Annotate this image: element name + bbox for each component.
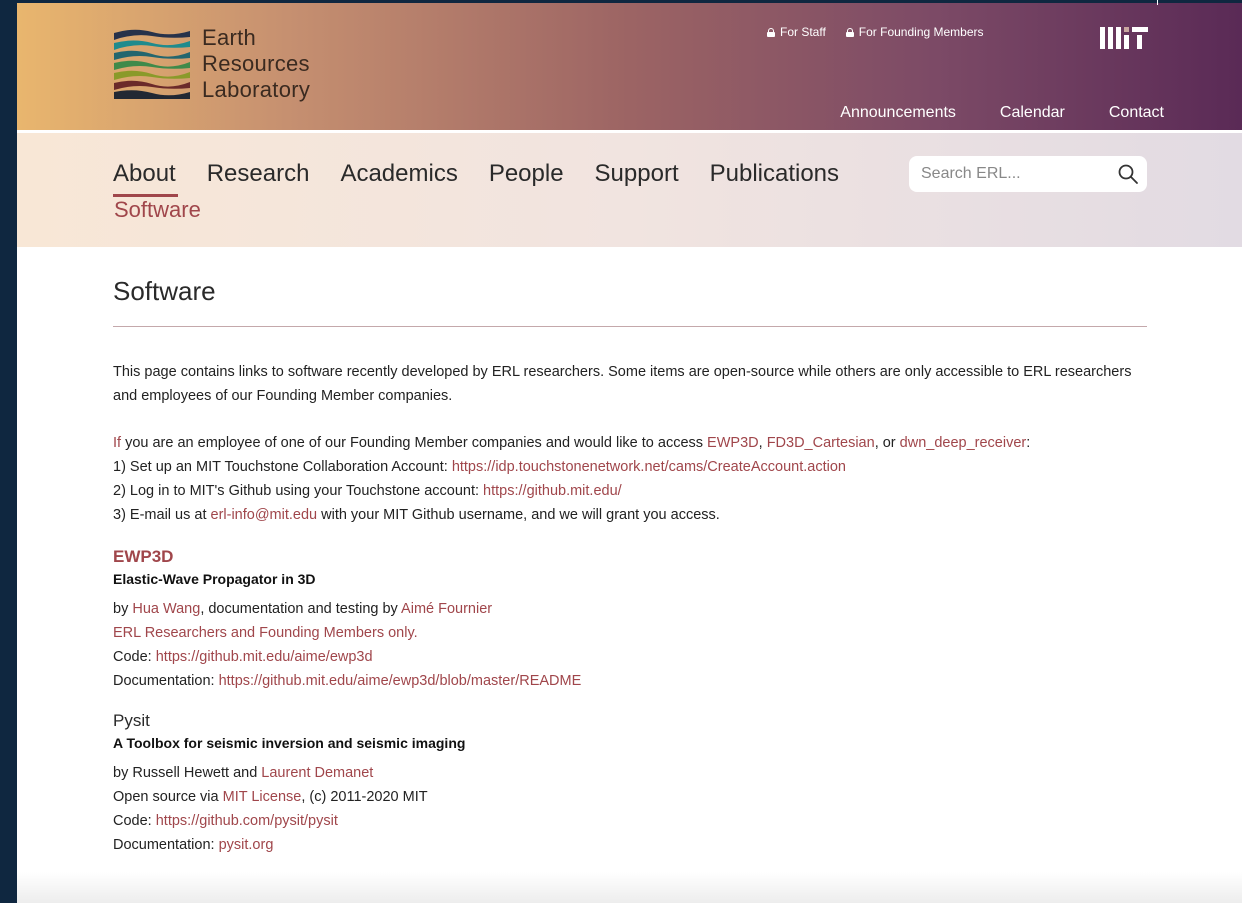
separator: , or [874, 435, 900, 451]
step-2-text: 2) Log in to MIT's Github using your Tou… [113, 483, 484, 499]
access-note-link[interactable]: ERL Researchers and Founding Members onl… [113, 625, 418, 641]
code-label: Code: [113, 813, 156, 829]
main-navbar: About Research Academics People Support … [17, 133, 1242, 247]
title-divider [113, 326, 1147, 327]
page: Earth Resources Laboratory For Staff For… [17, 3, 1242, 903]
by-text: by [113, 601, 133, 617]
touchstone-link[interactable]: https://idp.touchstonenetwork.net/cams/C… [452, 459, 846, 475]
for-founding-members-label: For Founding Members [858, 25, 984, 39]
window-edge [1157, 0, 1158, 5]
software-details: by Russell Hewett and Laurent Demanet Op… [113, 761, 1147, 857]
step-1-text: 1) Set up an MIT Touchstone Collaboratio… [113, 459, 452, 475]
secondary-nav: Announcements Calendar Contact [840, 104, 1164, 122]
for-staff-label: For Staff [780, 25, 826, 39]
ewp3d-link[interactable]: EWP3D [707, 435, 759, 451]
if-link[interactable]: If [113, 435, 121, 451]
dwn-deep-receiver-link[interactable]: dwn_deep_receiver [900, 435, 1027, 451]
author-link-laurent-demanet[interactable]: Laurent Demanet [261, 765, 373, 781]
logo-line: Resources [202, 51, 310, 76]
documentation-label: Documentation: [113, 837, 219, 853]
code-label: Code: [113, 649, 156, 665]
software-subtitle: Elastic-Wave Propagator in 3D [113, 571, 316, 587]
lock-icon [767, 27, 775, 37]
utility-links: For Staff For Founding Members [767, 25, 984, 39]
search-input[interactable] [909, 164, 1113, 184]
mit-license-link[interactable]: MIT License [223, 789, 302, 805]
intro-paragraph: This page contains links to software rec… [113, 364, 1132, 404]
logo-line: Earth [202, 25, 257, 50]
calendar-link[interactable]: Calendar [1000, 104, 1065, 122]
documentation-link[interactable]: pysit.org [219, 837, 274, 853]
step-3-post: with your MIT Github username, and we wi… [317, 507, 720, 523]
erl-logo[interactable]: Earth Resources Laboratory [114, 25, 354, 105]
nav-publications[interactable]: Publications [710, 160, 839, 188]
main-content: Software This page contains links to sof… [113, 248, 1147, 857]
software-subtitle: A Toolbox for seismic inversion and seis… [113, 735, 466, 751]
author-link-hua-wang[interactable]: Hua Wang [132, 601, 200, 617]
documentation-label: Documentation: [113, 673, 219, 689]
software-item-ewp3d: EWP3D Elastic-Wave Propagator in 3D by H… [113, 547, 1147, 693]
subnav-software[interactable]: Software [114, 197, 201, 223]
mit-logo-icon[interactable] [1100, 27, 1148, 49]
software-title: Pysit [113, 711, 150, 730]
nav-about[interactable]: About [113, 160, 178, 197]
fd3d-cartesian-link[interactable]: FD3D_Cartesian [767, 435, 875, 451]
announcements-link[interactable]: Announcements [840, 104, 956, 122]
main-nav: About Research Academics People Support … [113, 160, 839, 197]
software-item-pysit: Pysit A Toolbox for seismic inversion an… [113, 711, 1147, 857]
license-pre: Open source via [113, 789, 223, 805]
access-lead: you are an employee of one of our Foundi… [121, 435, 708, 451]
license-post: , (c) 2011-2020 MIT [301, 789, 428, 805]
contact-link[interactable]: Contact [1109, 104, 1164, 122]
nav-support[interactable]: Support [595, 160, 679, 188]
code-link[interactable]: https://github.mit.edu/aime/ewp3d [156, 649, 373, 665]
page-title: Software [113, 276, 216, 306]
mit-github-link[interactable]: https://github.mit.edu/ [483, 483, 622, 499]
lock-icon [845, 27, 854, 37]
nav-research[interactable]: Research [207, 160, 310, 188]
software-details: by Hua Wang, documentation and testing b… [113, 597, 1147, 693]
search-box [909, 156, 1147, 192]
separator: , [758, 435, 767, 451]
nav-academics[interactable]: Academics [340, 160, 457, 188]
documentation-link[interactable]: https://github.mit.edu/aime/ewp3d/blob/m… [219, 673, 582, 689]
by-text: by Russell Hewett and [113, 765, 262, 781]
software-title[interactable]: EWP3D [113, 547, 1147, 567]
site-header: Earth Resources Laboratory For Staff For… [17, 3, 1242, 130]
code-link[interactable]: https://github.com/pysit/pysit [156, 813, 338, 829]
earth-layers-icon [114, 29, 190, 99]
logo-line: Laboratory [202, 77, 311, 102]
search-icon[interactable] [1117, 163, 1139, 185]
access-instructions: If you are an employee of one of our Fou… [113, 431, 1147, 527]
for-founding-members-link[interactable]: For Founding Members [845, 25, 984, 39]
by-mid-text: , documentation and testing by [200, 601, 402, 617]
nav-people[interactable]: People [489, 160, 564, 188]
step-3-pre: 3) E-mail us at [113, 507, 211, 523]
erl-email-link[interactable]: erl-info@mit.edu [211, 507, 318, 523]
access-end: : [1026, 435, 1031, 451]
author-link-aime-fournier[interactable]: Aimé Fournier [401, 601, 492, 617]
bottom-fade [17, 872, 1242, 903]
logo-wordmark: Earth Resources Laboratory [202, 25, 310, 103]
for-staff-link[interactable]: For Staff [767, 25, 826, 39]
